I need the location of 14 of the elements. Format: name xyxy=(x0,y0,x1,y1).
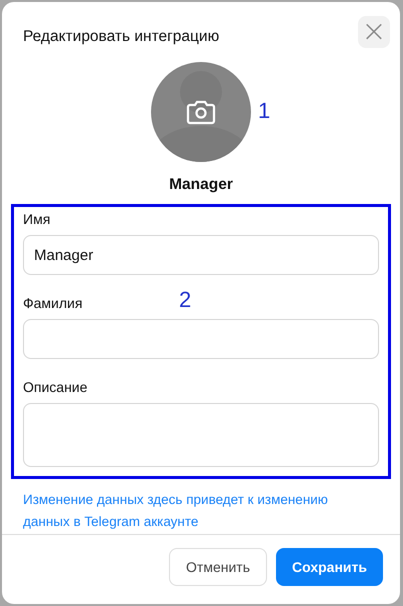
text-field[interactable]: Manager xyxy=(23,235,379,275)
description-field[interactable] xyxy=(23,403,379,467)
info-note: Изменение данных здесь приведет к изменению данных в Telegram аккаунте xyxy=(23,491,329,531)
field-label: Имя xyxy=(23,210,50,227)
cancel-button[interactable]: Отменить xyxy=(169,548,268,586)
integration-name: Manager xyxy=(168,176,234,194)
field-label: Фамилия xyxy=(23,294,82,311)
text-field[interactable] xyxy=(23,319,379,359)
camera-icon xyxy=(186,99,216,125)
save-button[interactable]: Сохранить xyxy=(276,548,383,586)
annotation-number: 1 xyxy=(258,98,270,124)
dialog-title: Редактировать интеграцию xyxy=(23,28,220,46)
annotation-number: 2 xyxy=(179,287,192,313)
field-label: Описание xyxy=(23,378,88,395)
